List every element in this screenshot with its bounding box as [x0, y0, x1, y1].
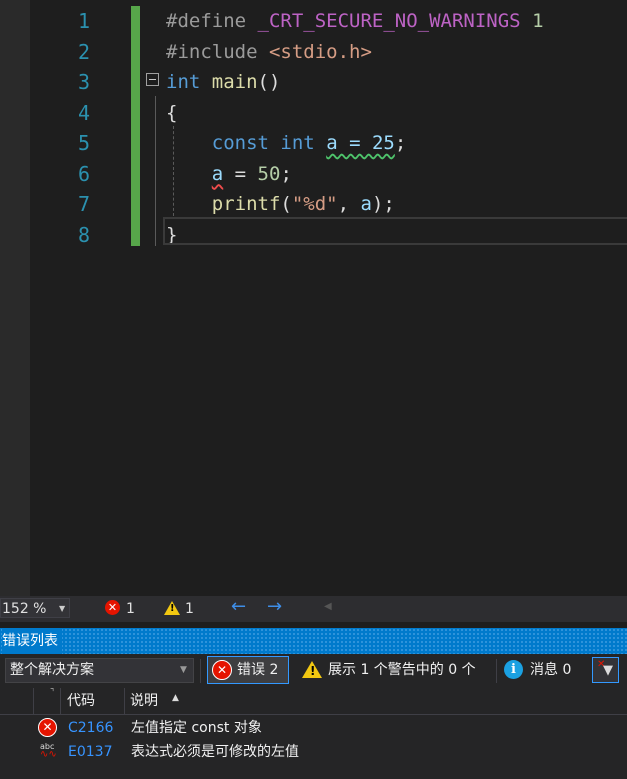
warnings-button-label: 展示 1 个警告中的 0 个 [328, 662, 476, 678]
code-token: a [360, 193, 372, 215]
column-divider [124, 688, 125, 715]
filter-icon: ▼ [603, 663, 613, 678]
code-token: ; [280, 162, 292, 185]
code-token: printf [211, 193, 281, 215]
current-line-highlight [163, 217, 627, 245]
sort-ascending-icon: ▲ [172, 693, 179, 703]
zoom-dropdown[interactable]: 152 % ▼ [0, 598, 70, 618]
previous-issue-arrow-icon[interactable]: ← [231, 597, 246, 617]
warning-icon: ! [302, 661, 322, 678]
table-row[interactable]: ✕ C2166 左值指定 const 对象 [0, 716, 627, 740]
error-code[interactable]: C2166 [68, 716, 113, 740]
toolbar-divider [496, 659, 497, 683]
code-token: = [223, 162, 258, 185]
code-line[interactable]: { [166, 98, 177, 128]
code-token: main [211, 71, 258, 93]
code-token: int [166, 71, 201, 93]
column-divider [33, 688, 34, 715]
scope-value: 整个解决方案 [10, 662, 94, 678]
code-line[interactable]: const int a = 25; [166, 128, 407, 158]
spell-error-icon: abc ∿∿ [40, 742, 57, 760]
code-token: , [337, 193, 361, 215]
code-token: _CRT_SECURE_NO_WARNINGS [257, 10, 521, 32]
code-line[interactable]: #include <stdio.h> [166, 37, 372, 67]
editor-left-margin [0, 0, 30, 596]
chevron-down-icon: ▼ [59, 604, 66, 613]
error-count: 1 [126, 601, 135, 617]
code-line[interactable]: printf("%d", a); [166, 189, 395, 219]
code-token: 1 [520, 10, 544, 32]
code-token: ( [280, 193, 292, 215]
warnings-filter-button[interactable]: ! 展示 1 个警告中的 0 个 [296, 656, 490, 684]
change-tracking-bar [131, 6, 140, 246]
code-token: <stdio.h> [268, 40, 372, 63]
chevron-down-icon: ▼ [180, 665, 187, 675]
outline-guide [155, 96, 156, 246]
code-line[interactable]: int main() [166, 67, 280, 97]
code-token: { [166, 101, 178, 124]
error-icon: ✕ [105, 600, 120, 615]
code-token: a [211, 162, 224, 185]
line-number: 4 [77, 100, 91, 125]
error-list-titlebar[interactable] [0, 628, 627, 654]
line-number: 8 [77, 222, 91, 247]
line-number: 1 [77, 9, 91, 33]
error-code[interactable]: E0137 [68, 740, 112, 764]
error-list-title: 错误列表 [2, 628, 62, 654]
error-description: 左值指定 const 对象 [131, 720, 262, 736]
code-token: () [257, 71, 281, 93]
line-number: 5 [77, 131, 91, 155]
line-number: 2 [77, 39, 91, 64]
code-token: 50 [257, 162, 281, 185]
code-token: ; [394, 132, 407, 154]
column-divider [60, 688, 61, 715]
code-line[interactable]: a = 50; [166, 159, 292, 189]
indent-guide [173, 126, 174, 216]
line-number: 7 [77, 192, 91, 216]
toolbar-divider [200, 659, 201, 683]
line-number: 6 [77, 161, 91, 186]
collapse-toggle-icon[interactable] [146, 73, 159, 86]
warning-count: 1 [185, 601, 194, 617]
info-icon: i [504, 660, 523, 679]
code-token: #define [166, 10, 258, 32]
code-token: a = 25 [326, 132, 395, 154]
code-token: ); [371, 193, 395, 215]
code-token: int [280, 132, 315, 154]
zoom-level: 152 % [2, 601, 47, 617]
code-token: "%d" [291, 193, 338, 215]
line-number: 3 [77, 70, 91, 94]
messages-filter-button[interactable]: i 消息 0 [502, 656, 582, 684]
code-token: const [211, 132, 269, 154]
column-header-code[interactable]: 代码 [67, 688, 95, 715]
error-icon: ✕ [212, 660, 232, 680]
warning-icon: ! [164, 601, 180, 615]
messages-button-label: 消息 0 [530, 662, 572, 678]
code-line[interactable]: #define _CRT_SECURE_NO_WARNINGS 1 [166, 6, 544, 36]
code-token: #include [166, 40, 269, 63]
table-row[interactable]: abc ∿∿ E0137 表达式必须是可修改的左值 [0, 740, 627, 764]
column-options-icon[interactable]: ⌝ [50, 688, 54, 698]
error-icon: ✕ [38, 718, 57, 737]
next-issue-arrow-icon[interactable]: → [267, 597, 282, 617]
error-description: 表达式必须是可修改的左值 [131, 744, 299, 760]
scroll-left-icon[interactable]: ◀ [324, 601, 332, 612]
filter-button[interactable]: ✕ ▼ [592, 657, 619, 683]
warning-count-indicator[interactable]: ! 1 [163, 599, 203, 619]
column-header-description[interactable]: 说明 [130, 688, 158, 715]
error-count-indicator[interactable]: ✕ 1 [104, 599, 144, 619]
errors-filter-button[interactable]: ✕ 错误 2 [207, 656, 289, 684]
editor-status-bar [0, 596, 627, 622]
errors-button-label: 错误 2 [237, 662, 279, 678]
